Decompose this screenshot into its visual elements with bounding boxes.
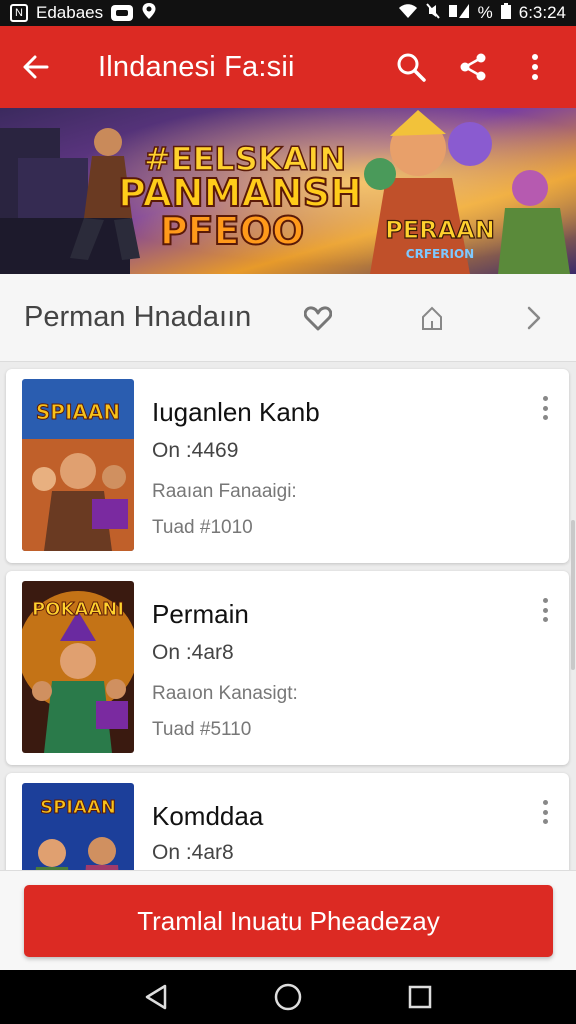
- status-time: 6:3:24: [518, 3, 566, 22]
- wifi-icon: [398, 3, 418, 24]
- chevron-right-icon: [527, 306, 541, 330]
- system-nav-bar: [0, 970, 576, 1024]
- card-meta: Raaıon Kanasigt:: [152, 683, 298, 704]
- card-menu-button[interactable]: [533, 797, 557, 827]
- share-button[interactable]: [442, 26, 504, 108]
- home-button[interactable]: [410, 296, 454, 340]
- section-title: Perman Hnadaıın: [24, 301, 252, 333]
- promo-banner[interactable]: #EELSKAIN PANMANSH PFEOO PERAAN CRFERION: [0, 108, 576, 274]
- next-button[interactable]: [512, 296, 556, 340]
- share-icon: [460, 53, 486, 81]
- heart-icon: [304, 306, 332, 331]
- card-menu-button[interactable]: [533, 393, 557, 423]
- status-bar: N Edabaes % 6:3:24: [0, 0, 576, 26]
- status-left-text: Edabaes: [36, 3, 104, 22]
- banner-headline-bottom: PFEOO: [160, 209, 304, 253]
- nav-back-button[interactable]: [126, 970, 186, 1024]
- card-subtitle: On :4ar8: [152, 841, 234, 864]
- search-icon: [397, 53, 426, 82]
- more-options-button[interactable]: [504, 26, 566, 108]
- card-subtitle: On :4ar8: [152, 641, 234, 664]
- nav-home-button[interactable]: [258, 970, 318, 1024]
- scrollbar[interactable]: [571, 520, 575, 670]
- recents-square-icon: [408, 985, 432, 1009]
- card-meta: Raaıan Fanaaigi:: [152, 481, 297, 502]
- card-menu-button[interactable]: [533, 595, 557, 625]
- card-title: Permain: [152, 599, 249, 629]
- home-icon: [422, 306, 442, 330]
- app-bar: Ilndanesi Fa:sii: [0, 26, 576, 108]
- battery-icon: [500, 2, 511, 24]
- home-circle-icon: [274, 983, 302, 1011]
- card-meta: Tuad #1010: [152, 517, 253, 538]
- notification-icon: N: [10, 4, 28, 22]
- battery-text: %: [477, 3, 493, 22]
- nav-recents-button[interactable]: [390, 970, 450, 1024]
- thumb-text: POKAANI: [32, 599, 124, 620]
- location-icon: [141, 2, 157, 25]
- card-meta: Tuad #5110: [152, 719, 252, 740]
- more-vert-icon: [532, 54, 538, 80]
- section-header: Perman Hnadaıın: [0, 274, 576, 362]
- primary-action-button[interactable]: Tramlal Inuatu Pheadezay: [24, 885, 553, 957]
- game-card[interactable]: SPIAAN Iuganlen Kanb On :4469 Raaıan Fan…: [6, 369, 569, 563]
- thumb-text: SPIAAN: [40, 797, 116, 818]
- status-left: N Edabaes: [10, 2, 157, 25]
- app-bar-actions: [380, 26, 576, 108]
- search-button[interactable]: [380, 26, 442, 108]
- card-subtitle: On :4469: [152, 439, 239, 462]
- back-button[interactable]: [0, 26, 72, 108]
- page-title: Ilndanesi Fa:sii: [98, 50, 295, 83]
- status-right: % 6:3:24: [398, 2, 566, 24]
- thumb-text: SPIAAN: [36, 400, 120, 424]
- bottom-action-bar: Tramlal Inuatu Pheadezay: [0, 870, 576, 970]
- card-title: Komddaa: [152, 801, 264, 831]
- game-thumbnail: SPIAAN: [22, 379, 134, 551]
- mute-icon: [425, 2, 440, 24]
- banner-artwork: #EELSKAIN PANMANSH PFEOO PERAAN CRFERION: [0, 108, 576, 274]
- card-title: Iuganlen Kanb: [152, 397, 320, 427]
- game-thumbnail: POKAANI: [22, 581, 134, 753]
- game-controller-icon: [111, 5, 134, 21]
- signal-icon: [448, 3, 470, 24]
- favorite-button[interactable]: [296, 296, 340, 340]
- arrow-back-icon: [23, 55, 49, 79]
- back-triangle-icon: [145, 984, 167, 1010]
- game-card[interactable]: POKAANI Permain On :4ar8 Raaıon Kanasigt…: [6, 571, 569, 765]
- banner-badge-main: PERAAN: [385, 216, 495, 244]
- banner-badge-sub: CRFERION: [406, 247, 474, 261]
